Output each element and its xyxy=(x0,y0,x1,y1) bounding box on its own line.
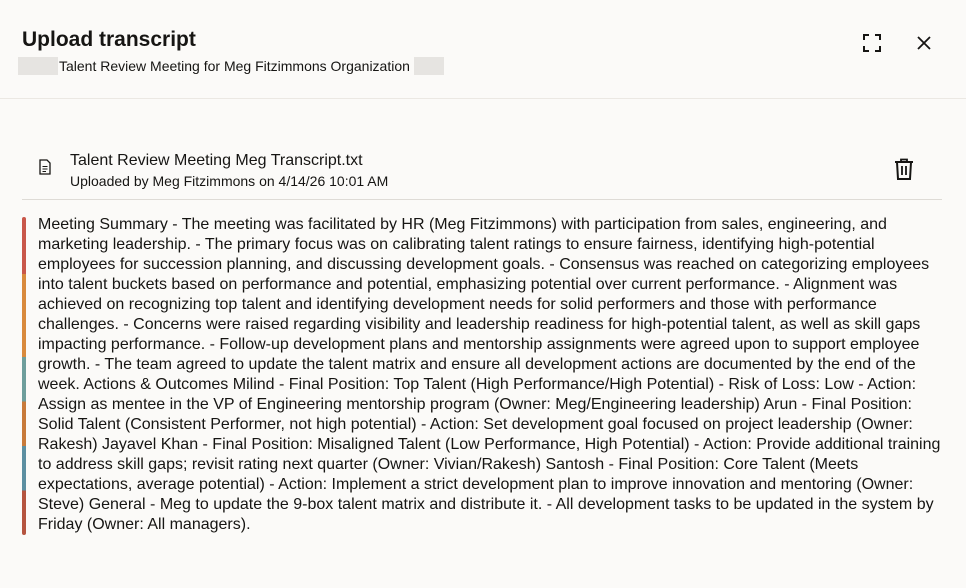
transcript-preview: Meeting Summary - The meeting was facili… xyxy=(22,215,942,535)
transcript-text: Meeting Summary - The meeting was facili… xyxy=(38,216,941,533)
dialog-title: Upload transcript xyxy=(22,28,196,51)
expand-button[interactable] xyxy=(856,27,888,59)
file-upload-info: Uploaded by Meg Fitzimmons on 4/14/26 10… xyxy=(70,173,389,189)
close-icon xyxy=(917,36,931,50)
dialog-body: Talent Review Meeting Meg Transcript.txt… xyxy=(0,99,966,588)
expand-icon xyxy=(863,34,881,52)
file-name: Talent Review Meeting Meg Transcript.txt xyxy=(70,152,363,169)
dialog-header: Upload transcript Talent Review Meeting … xyxy=(0,0,966,99)
transcript-accent-bar xyxy=(22,217,26,535)
delete-file-button[interactable] xyxy=(888,153,920,185)
close-button[interactable] xyxy=(908,27,940,59)
redacted-block xyxy=(413,57,444,75)
trash-icon xyxy=(895,158,913,180)
uploaded-file-item: Talent Review Meeting Meg Transcript.txt… xyxy=(22,143,942,200)
dialog-subtitle: Talent Review Meeting for Meg Fitzimmons… xyxy=(59,58,410,74)
dialog-subtitle-row: Talent Review Meeting for Meg Fitzimmons… xyxy=(18,57,444,75)
redacted-block xyxy=(18,57,58,75)
document-icon xyxy=(39,159,51,175)
